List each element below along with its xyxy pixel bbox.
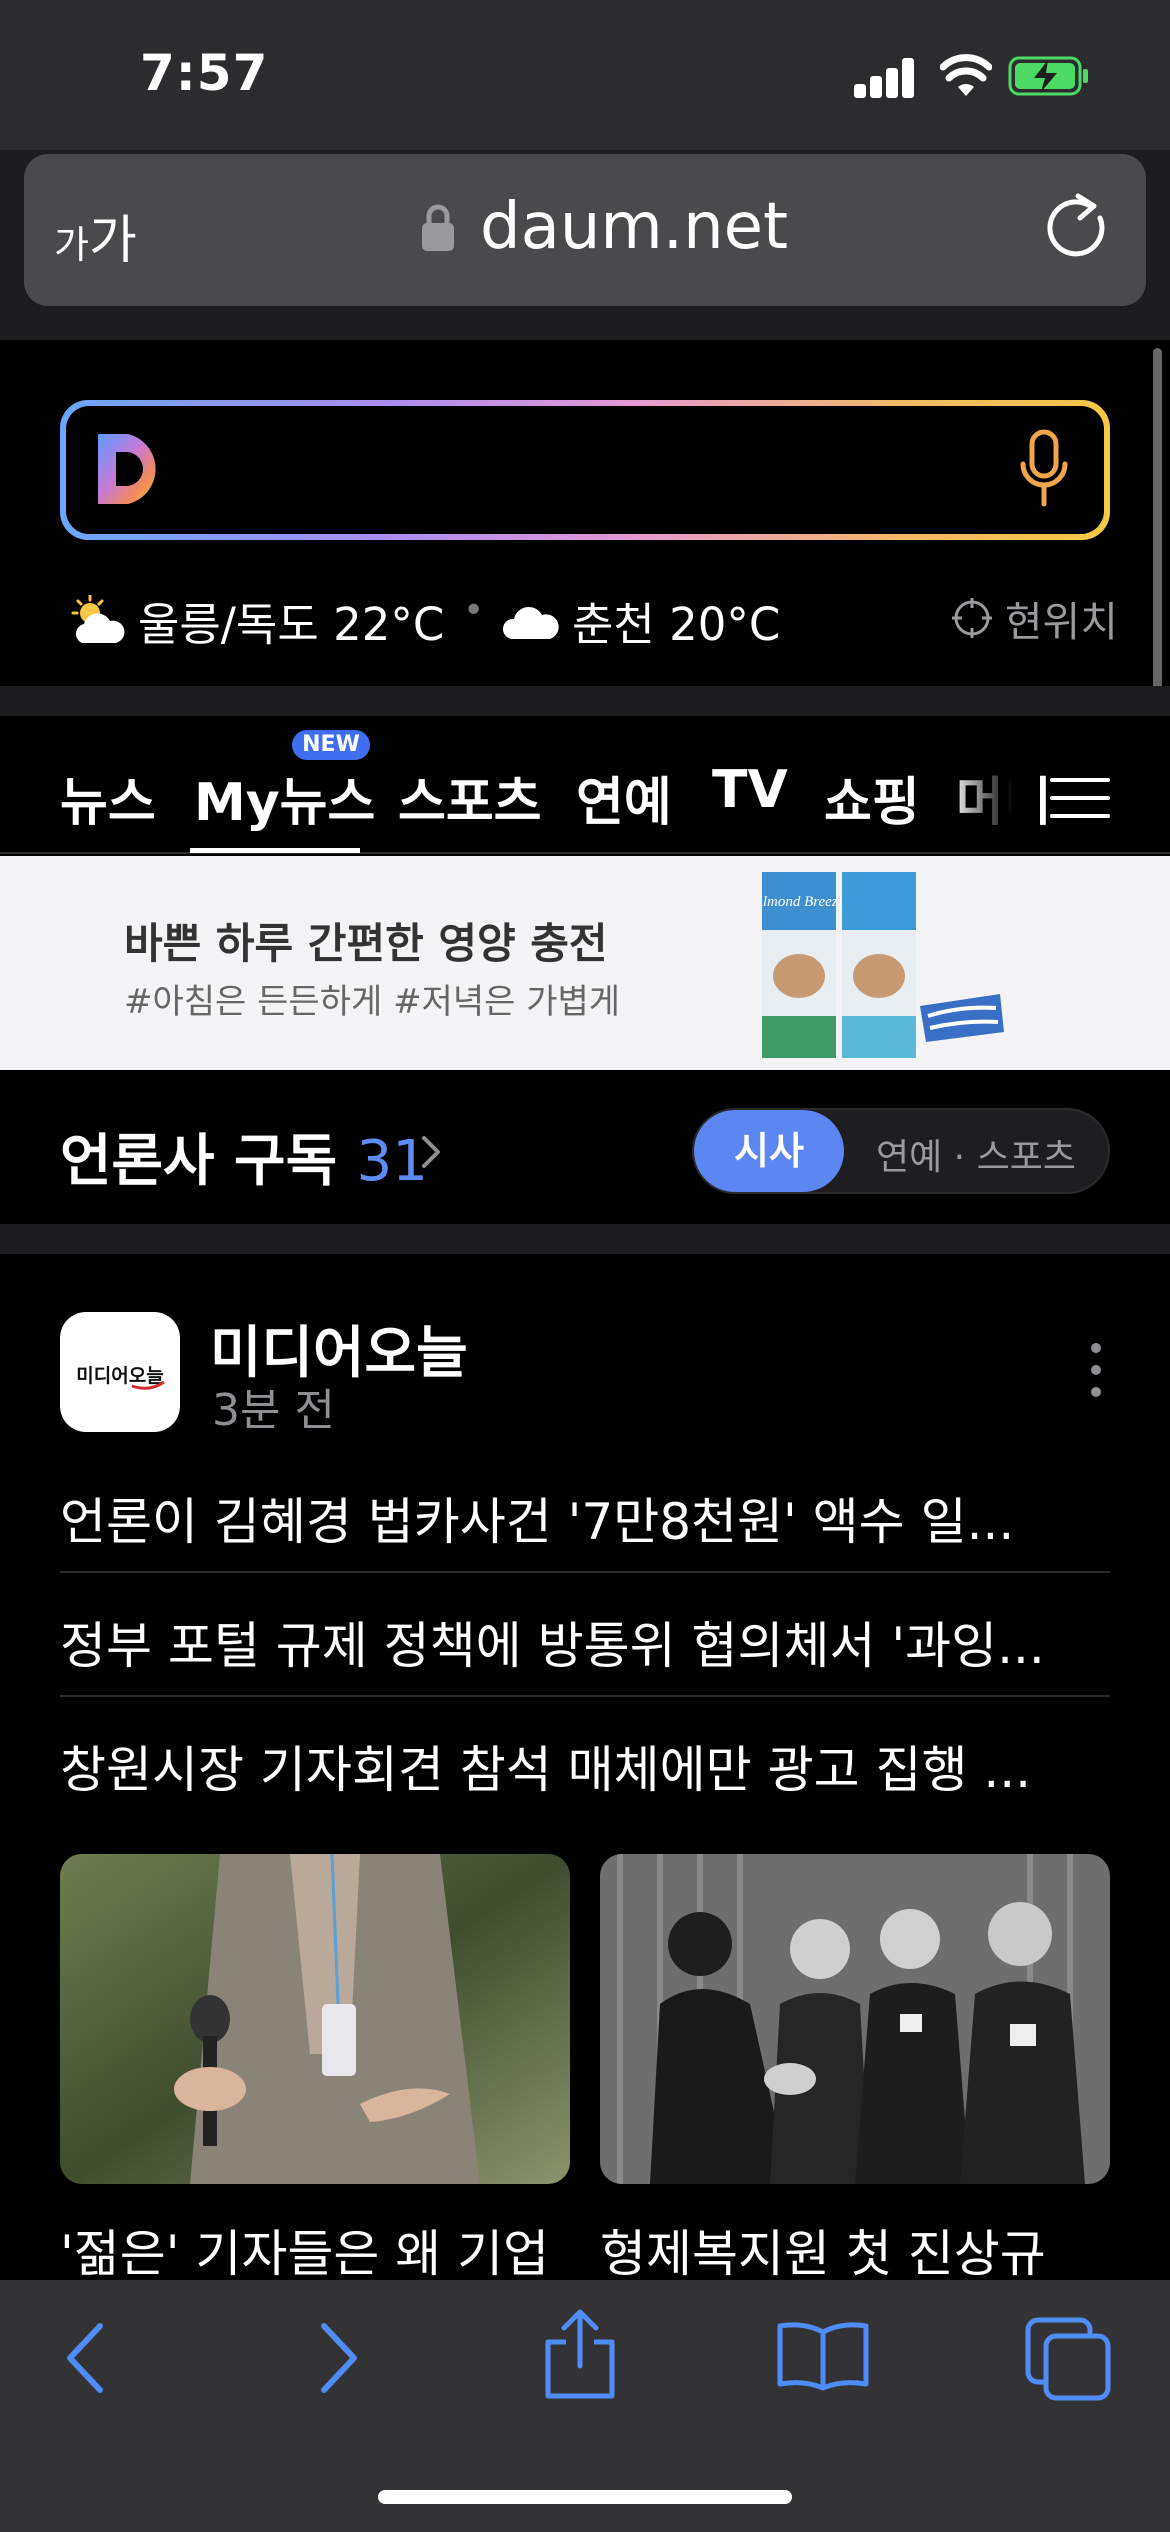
weather-separator: • xyxy=(463,590,485,631)
media-logo-text: 미디어오늘 xyxy=(76,1365,163,1387)
headline-link[interactable]: 창원시장 기자회견 참석 매체에만 광고 집행 ... xyxy=(60,1730,1110,1802)
photo-caption[interactable]: '젊은' 기자들은 왜 기업 xyxy=(60,2214,570,2280)
tab-entertainment[interactable]: 연예 xyxy=(576,760,672,835)
text-size-button[interactable]: 가가 xyxy=(54,198,137,273)
back-icon[interactable] xyxy=(62,2318,108,2398)
category-tabs: 뉴스 My뉴스 NEW 스포츠 연예 TV 쇼핑 머니 xyxy=(0,716,1170,854)
toggle-entertainment-sports[interactable]: 연예 · 스포츠 xyxy=(876,1128,1076,1180)
scroll-indicator[interactable] xyxy=(1153,348,1162,738)
text-size-large: 가 xyxy=(88,211,137,271)
text-size-small: 가 xyxy=(54,223,89,267)
mic-icon[interactable] xyxy=(1018,428,1070,510)
tab-sports[interactable]: 스포츠 xyxy=(398,760,542,835)
active-tab-underline xyxy=(190,848,360,853)
media-logo[interactable]: 미디어오늘 xyxy=(60,1312,180,1432)
section-divider xyxy=(0,1224,1170,1254)
press-subscription-link[interactable]: 언론사 구독 31 xyxy=(60,1116,428,1197)
headline-link[interactable]: 정부 포털 규제 정책에 방통위 협의체서 '과잉... xyxy=(60,1606,1110,1678)
address-bar[interactable]: 가가 daum.net xyxy=(24,154,1146,306)
search-input[interactable] xyxy=(66,406,1104,534)
web-page: 울릉/독도 22°C • 춘천 20°C 현위치 뉴스 My뉴스 NEW 스포츠… xyxy=(0,340,1170,2280)
media-time: 3분 전 xyxy=(212,1385,335,1436)
category-toggle[interactable]: 시사 연예 · 스포츠 xyxy=(692,1108,1110,1194)
photo-thumbnail[interactable] xyxy=(600,1854,1110,2184)
status-bar: 7:57 xyxy=(0,0,1170,150)
search-box[interactable] xyxy=(60,400,1110,540)
bookmarks-icon[interactable] xyxy=(776,2320,870,2392)
weather-location-1: 울릉/독도 22°C xyxy=(138,598,445,651)
current-location-label: 현위치 xyxy=(1004,598,1118,646)
tab-news[interactable]: 뉴스 xyxy=(60,760,156,835)
more-icon[interactable] xyxy=(1088,1340,1104,1400)
cloud-icon xyxy=(502,606,559,639)
tab-shopping[interactable]: 쇼핑 xyxy=(824,760,920,835)
current-location-button[interactable]: 현위치 xyxy=(951,588,1118,648)
headline-link[interactable]: 언론이 김혜경 법카사건 '7만8천원' 액수 일... xyxy=(60,1482,1110,1554)
weather-location-2: 춘천 20°C xyxy=(572,598,781,651)
tab-fade xyxy=(950,756,1040,826)
share-icon[interactable] xyxy=(542,2308,618,2400)
url-text: daum.net xyxy=(480,190,789,264)
press-subscription-header: 언론사 구독 31 시사 연예 · 스포츠 xyxy=(0,1070,1170,1224)
press-card: 미디어오늘 미디어오늘 3분 전 언론이 김혜경 법카사건 '7만8천원' 액수… xyxy=(0,1254,1170,2280)
tab-tv[interactable]: TV xyxy=(712,760,788,820)
sun-cloud-icon xyxy=(71,594,125,643)
weather-bar[interactable]: 울릉/독도 22°C • 춘천 20°C 현위치 xyxy=(68,588,1118,651)
toggle-current-affairs[interactable]: 시사 xyxy=(694,1110,844,1192)
wifi-icon xyxy=(940,54,992,96)
menu-icon[interactable] xyxy=(1050,776,1110,820)
lock-icon xyxy=(422,204,454,251)
new-badge: NEW xyxy=(292,730,370,760)
ad-product-image: Almond Breeze xyxy=(760,872,1004,1058)
headline-divider xyxy=(60,1571,1110,1573)
section-divider xyxy=(0,686,1170,716)
headline-divider xyxy=(60,1695,1110,1697)
tab-my-news[interactable]: My뉴스 xyxy=(194,760,375,835)
signal-icon xyxy=(854,58,916,98)
daum-logo-icon xyxy=(98,434,156,504)
chevron-right-icon[interactable] xyxy=(420,1134,442,1170)
weather-item[interactable]: 울릉/독도 22°C xyxy=(68,588,444,653)
battery-icon xyxy=(1008,56,1088,96)
photo-thumbnail[interactable] xyxy=(60,1854,570,2184)
press-count: 31 xyxy=(356,1129,428,1194)
photo-caption[interactable]: 형제복지원 첫 진상규 xyxy=(600,2214,1110,2280)
tabs-icon[interactable] xyxy=(1024,2316,1112,2402)
reload-icon[interactable] xyxy=(1046,192,1114,264)
forward-icon[interactable] xyxy=(316,2318,362,2398)
home-indicator[interactable] xyxy=(378,2490,792,2504)
weather-item[interactable]: 춘천 20°C xyxy=(502,588,780,653)
location-icon xyxy=(951,598,992,638)
press-title: 언론사 구독 xyxy=(60,1129,338,1194)
ad-brand-text: Almond Breeze xyxy=(760,894,845,910)
ad-title: 바쁜 하루 간편한 영양 충전 xyxy=(124,919,608,968)
status-time: 7:57 xyxy=(140,44,269,102)
ad-subtitle: #아침은 든든하게 #저녁은 가볍게 xyxy=(124,982,621,1022)
ad-banner[interactable]: 바쁜 하루 간편한 영양 충전 #아침은 든든하게 #저녁은 가볍게 Almon… xyxy=(0,856,1170,1070)
